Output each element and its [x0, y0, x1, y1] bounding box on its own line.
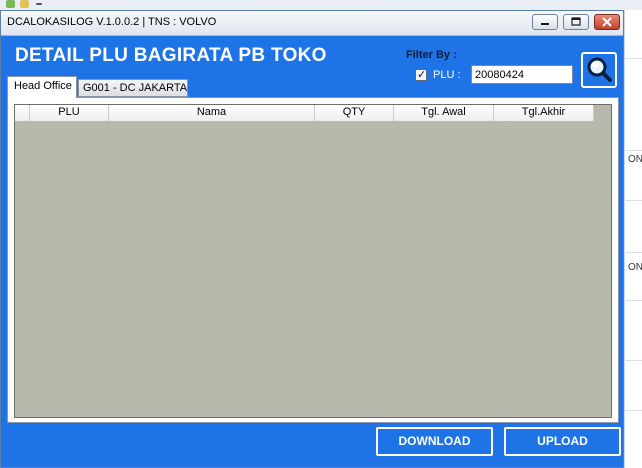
tab-head-office[interactable]: Head Office: [7, 76, 77, 98]
data-grid[interactable]: PLU Nama QTY Tgl. Awal Tgl.Akhir: [14, 104, 612, 418]
background-tool-icon[interactable]: [6, 0, 15, 8]
close-button[interactable]: [594, 14, 620, 30]
grid-header: PLU Nama QTY Tgl. Awal Tgl.Akhir: [15, 105, 594, 121]
tab-panel: PLU Nama QTY Tgl. Awal Tgl.Akhir: [7, 97, 619, 423]
background-toolbar: [0, 0, 642, 10]
check-mark-icon: ✓: [417, 68, 427, 81]
search-button[interactable]: [581, 52, 617, 88]
title-bar[interactable]: DCALOKASILOG V.1.0.0.2 | TNS : VOLVO: [1, 11, 623, 36]
plu-label: PLU :: [433, 69, 461, 81]
column-header-plu[interactable]: PLU: [30, 105, 109, 121]
download-button[interactable]: DOWNLOAD: [376, 427, 493, 456]
minimize-button[interactable]: [532, 14, 558, 30]
maximize-icon: [571, 17, 581, 26]
plu-input[interactable]: [471, 65, 573, 84]
close-icon: [602, 17, 612, 27]
background-grid-line: [624, 410, 642, 411]
main-window: DCALOKASILOG V.1.0.0.2 | TNS : VOLVO DET…: [0, 10, 624, 468]
upload-button[interactable]: UPLOAD: [504, 427, 621, 456]
column-header-tgl-akhir[interactable]: Tgl.Akhir: [494, 105, 594, 121]
background-grid-line: [624, 300, 642, 301]
column-header-nama[interactable]: Nama: [109, 105, 315, 121]
background-cell-text: ON: [628, 154, 642, 165]
magnifier-icon: [587, 57, 612, 82]
minimize-icon: [541, 23, 549, 25]
filter-by-label: Filter By :: [406, 49, 457, 61]
row-header-corner[interactable]: [15, 105, 30, 121]
column-header-qty[interactable]: QTY: [315, 105, 394, 121]
maximize-button[interactable]: [563, 14, 589, 30]
background-tool-icon[interactable]: [20, 0, 29, 8]
column-header-tgl-awal[interactable]: Tgl. Awal: [394, 105, 494, 121]
background-grid-line: [624, 150, 642, 151]
background-cell-text: ON: [628, 262, 642, 273]
tab-g001-dc-jakarta[interactable]: G001 - DC JAKARTA: [78, 79, 188, 97]
background-grid-column: [624, 10, 642, 468]
background-tool-icon[interactable]: [36, 3, 42, 5]
background-grid-line: [624, 360, 642, 361]
background-grid-line: [624, 58, 642, 59]
page-title: DETAIL PLU BAGIRATA PB TOKO: [15, 45, 327, 66]
window-title: DCALOKASILOG V.1.0.0.2 | TNS : VOLVO: [7, 16, 217, 28]
background-grid-line: [624, 252, 642, 253]
background-grid-line: [624, 200, 642, 201]
plu-checkbox[interactable]: ✓: [415, 68, 427, 81]
